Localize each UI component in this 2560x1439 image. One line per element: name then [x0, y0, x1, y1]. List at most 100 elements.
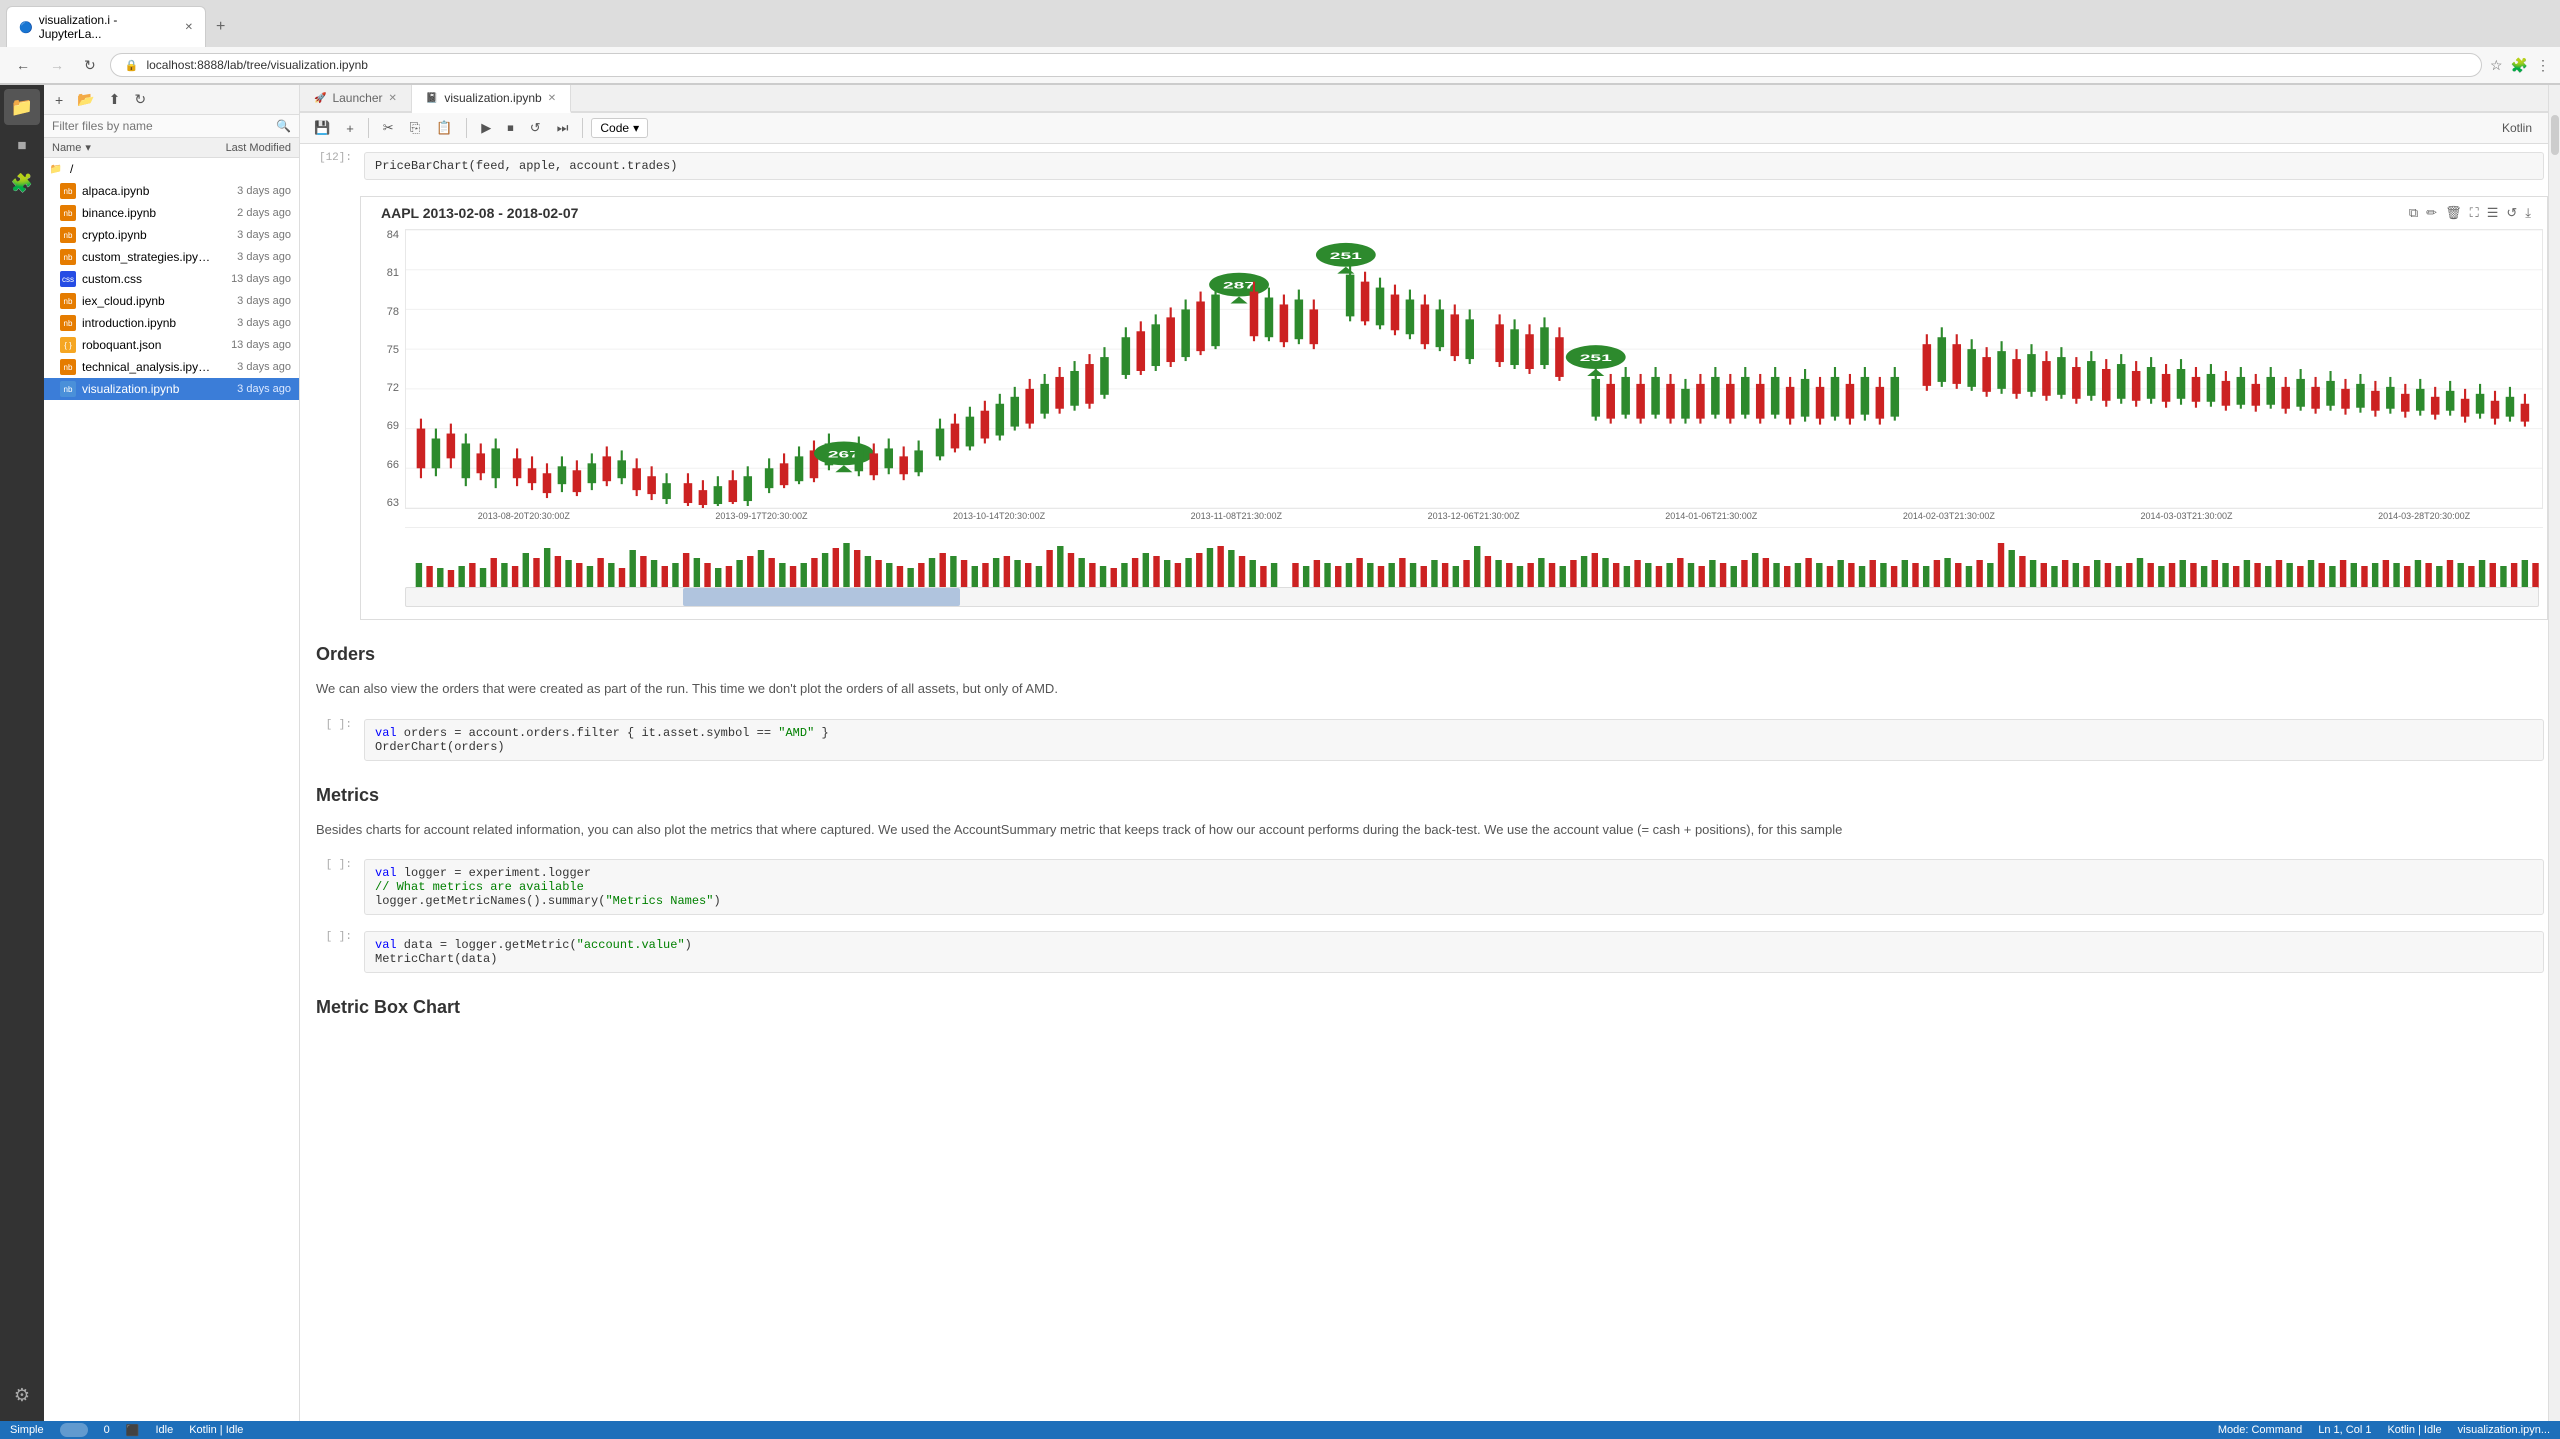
file-modified-date: 3 days ago — [211, 185, 291, 197]
list-item[interactable]: nb crypto.ipynb 3 days ago — [44, 224, 299, 246]
chart-btn-5[interactable]: ☰ — [2487, 205, 2499, 221]
back-button[interactable]: ← — [10, 55, 36, 75]
paste-button[interactable]: 📋 — [430, 117, 458, 139]
address-bar[interactable]: 🔒 localhost:8888/lab/tree/visualization.… — [110, 53, 2482, 77]
chart-yaxis: 84 81 78 75 72 69 66 63 — [365, 229, 405, 509]
forward-button[interactable]: → — [44, 55, 70, 75]
chart-xaxis: 2013-08-20T20:30:00Z 2013-09-17T20:30:00… — [405, 509, 2543, 523]
cell-type-dropdown[interactable]: Code ▾ — [591, 118, 648, 138]
list-item[interactable]: css custom.css 13 days ago — [44, 268, 299, 290]
notebook-icon: nb — [60, 205, 76, 221]
add-cell-button[interactable]: + — [340, 118, 360, 139]
refresh-button[interactable]: ↻ — [129, 89, 151, 110]
notebook-icon: nb — [60, 249, 76, 265]
content-area: 🚀 Launcher ✕ 📓 visualization.ipynb ✕ 💾 +… — [300, 85, 2548, 1421]
new-tab-button[interactable]: + — [208, 14, 233, 40]
xaxis-label: 2013-10-14T20:30:00Z — [953, 511, 1045, 521]
lock-icon: 🔒 — [125, 59, 139, 72]
file-modified-date: 3 days ago — [211, 383, 291, 395]
chart-btn-7[interactable]: ⤓ — [2525, 205, 2531, 221]
list-item[interactable]: nb introduction.ipynb 3 days ago — [44, 312, 299, 334]
run-button[interactable]: ▶ — [475, 117, 497, 139]
simple-toggle[interactable] — [60, 1423, 88, 1437]
section-metrics: Metrics — [300, 769, 2548, 816]
running-icon[interactable]: ⏹ — [4, 127, 40, 163]
browser-tab-label: visualization.i - JupyterLa... — [39, 13, 179, 41]
chart-scrollbar[interactable] — [405, 587, 2539, 607]
bottom-spacer — [300, 1028, 2548, 1088]
cell-prompt-logger: [ ]: — [300, 855, 360, 875]
orders-text-cell: We can also view the orders that were cr… — [300, 675, 2548, 711]
chart-btn-2[interactable]: ✏ — [2426, 205, 2437, 221]
browser-tab-active[interactable]: 🔵 visualization.i - JupyterLa... ✕ — [6, 6, 206, 47]
code-cell-12: [12]: PriceBarChart(feed, apple, account… — [300, 144, 2548, 188]
stop-button[interactable]: ⏹ — [501, 117, 520, 139]
cell-prompt-data: [ ]: — [300, 927, 360, 947]
visualization-tab-close[interactable]: ✕ — [548, 93, 556, 104]
price-bar-chart: AAPL 2013-02-08 - 2018-02-07 ⧉ ✏ 🗑 ⛶ ☰ ↺… — [360, 196, 2548, 620]
list-item[interactable]: nb alpaca.ipynb 3 days ago — [44, 180, 299, 202]
cell-content-logger[interactable]: val logger = experiment.logger // What m… — [360, 855, 2548, 919]
tab-visualization[interactable]: 📓 visualization.ipynb ✕ — [412, 85, 571, 113]
restart-run-button[interactable]: ⏭ — [551, 117, 575, 139]
section-orders: Orders — [300, 628, 2548, 675]
chart-btn-3[interactable]: 🗑 — [2445, 205, 2462, 221]
list-item[interactable]: { } roboquant.json 13 days ago — [44, 334, 299, 356]
new-folder-button[interactable]: 📂 — [72, 89, 99, 110]
chart-btn-6[interactable]: ↺ — [2506, 205, 2517, 221]
extensions-icon[interactable]: 🧩 — [2511, 57, 2528, 74]
browser-tab-close[interactable]: ✕ — [185, 22, 193, 33]
tab-visualization-label: visualization.ipynb — [444, 91, 541, 105]
xaxis-label: 2014-01-06T21:30:00Z — [1665, 511, 1757, 521]
upload-button[interactable]: ⬆ — [104, 89, 126, 110]
chart-btn-4[interactable]: ⛶ — [2470, 205, 2479, 221]
tab-launcher[interactable]: 🚀 Launcher ✕ — [300, 85, 412, 111]
tab-launcher-label: Launcher — [332, 91, 382, 105]
list-item[interactable]: nb binance.ipynb 2 days ago — [44, 202, 299, 224]
bookmark-icon[interactable]: ☆ — [2490, 57, 2503, 74]
files-icon[interactable]: 📁 — [4, 89, 40, 125]
yaxis-label: 72 — [387, 382, 399, 394]
kernel-right: Kotlin | Idle — [2387, 1424, 2441, 1436]
browser-tab-bar: 🔵 visualization.i - JupyterLa... ✕ + — [0, 0, 2560, 47]
simple-label: Simple — [10, 1424, 44, 1436]
cell-content-data[interactable]: val data = logger.getMetric("account.val… — [360, 927, 2548, 977]
new-file-button[interactable]: + — [50, 90, 68, 110]
search-input[interactable] — [52, 119, 270, 133]
yaxis-label: 78 — [387, 306, 399, 318]
file-modified-date: 3 days ago — [211, 251, 291, 263]
cell-content-12[interactable]: PriceBarChart(feed, apple, account.trade… — [360, 148, 2548, 184]
root-folder[interactable]: 📁 / — [44, 158, 299, 180]
name-column-header: Name ▾ — [52, 141, 201, 154]
scrollbar-thumb[interactable] — [683, 588, 960, 606]
chart-btn-1[interactable]: ⧉ — [2409, 205, 2418, 221]
list-item-active[interactable]: nb visualization.ipynb 3 days ago — [44, 378, 299, 400]
file-list-header[interactable]: Name ▾ Last Modified — [44, 138, 299, 158]
reload-button[interactable]: ↻ — [78, 55, 102, 76]
code-cell-content-12: PriceBarChart(feed, apple, account.trade… — [364, 152, 2544, 180]
cell-content-orders[interactable]: val orders = account.orders.filter { it.… — [360, 715, 2548, 765]
copy-button[interactable]: ⎘ — [404, 117, 426, 139]
save-button[interactable]: 💾 — [308, 117, 336, 139]
list-item[interactable]: nb iex_cloud.ipynb 3 days ago — [44, 290, 299, 312]
file-name: custom.css — [82, 272, 211, 286]
file-modified-date: 13 days ago — [211, 339, 291, 351]
metrics-description: Besides charts for account related infor… — [300, 820, 2548, 848]
menu-icon[interactable]: ⋮ — [2536, 57, 2550, 74]
list-item[interactable]: nb technical_analysis.ipynb 3 days ago — [44, 356, 299, 378]
restart-button[interactable]: ↺ — [524, 117, 547, 139]
kernel-status: Kotlin | Idle — [189, 1424, 243, 1436]
notebook-icon: nb — [60, 359, 76, 375]
main-layout: 📁 ⏹ 🧩 ⚙ + 📂 ⬆ ↻ 🔍 Name ▾ Last Modified 📁 — [0, 85, 2560, 1421]
xaxis-label: 2013-12-06T21:30:00Z — [1428, 511, 1520, 521]
list-item[interactable]: nb custom_strategies.ipynb 3 days ago — [44, 246, 299, 268]
file-modified-date: 3 days ago — [211, 295, 291, 307]
jupyter-toolbar: 💾 + ✂ ⎘ 📋 ▶ ⏹ ↺ ⏭ Code ▾ Kotlin — [300, 113, 2548, 144]
metrics-heading: Metrics — [300, 773, 2548, 812]
launcher-tab-close[interactable]: ✕ — [389, 93, 397, 104]
cut-button[interactable]: ✂ — [377, 117, 400, 139]
toolbar-separator-2 — [466, 118, 467, 138]
extensions-sidebar-icon[interactable]: 🧩 — [4, 165, 40, 201]
right-scrollbar[interactable] — [2548, 85, 2560, 1421]
cell-prompt-orders: [ ]: — [300, 715, 360, 735]
